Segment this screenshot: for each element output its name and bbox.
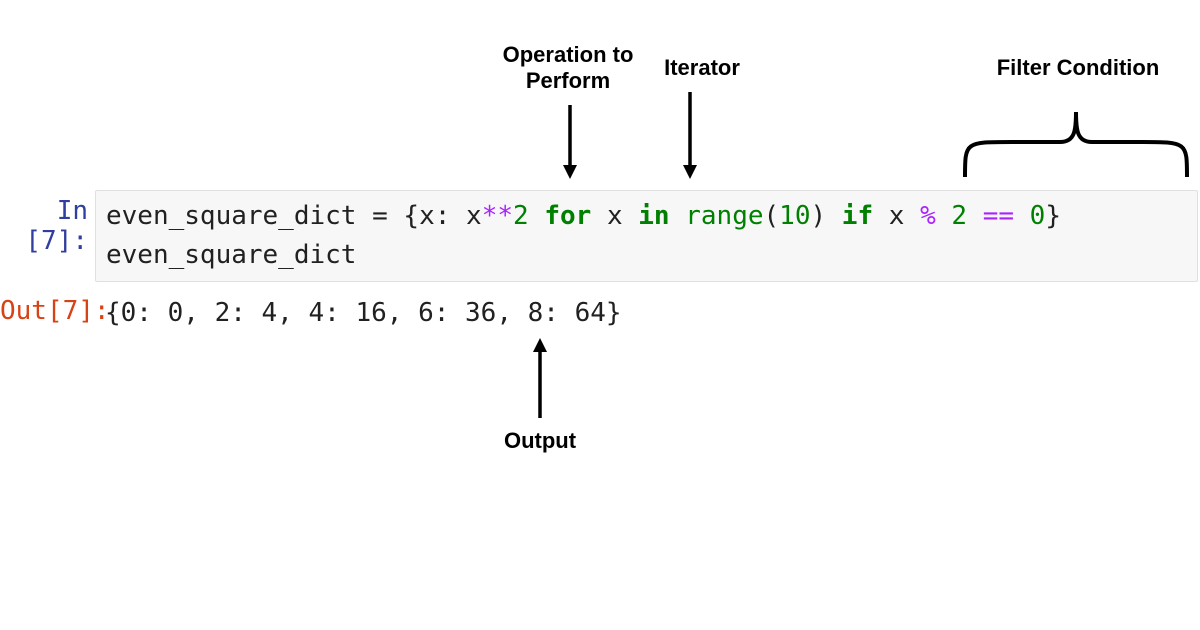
tok-for: for — [544, 201, 591, 231]
tok-two2: 2 — [951, 201, 967, 231]
tok-range: range — [685, 201, 763, 231]
tok-mod: % — [920, 201, 936, 231]
tok-line2: even_square_dict — [106, 240, 356, 270]
annotation-filter: Filter Condition — [973, 55, 1183, 81]
tok-two: 2 — [513, 201, 529, 231]
tok-rparen: ) — [810, 201, 826, 231]
annotation-filter-text: Filter Condition — [997, 55, 1160, 80]
annotation-operation: Operation toPerform — [478, 42, 658, 95]
tok-x: x — [466, 201, 482, 231]
arrow-output — [530, 338, 550, 418]
arrow-operation — [560, 105, 580, 179]
annotation-output: Output — [485, 428, 595, 454]
tok-key: x — [419, 201, 435, 231]
arrow-iterator — [680, 92, 700, 179]
tok-zero: 0 — [1030, 201, 1046, 231]
output-cell: {0: 0, 2: 4, 4: 16, 6: 36, 8: 64} — [95, 292, 632, 334]
annotation-iterator: Iterator — [647, 55, 757, 81]
tok-ten: 10 — [779, 201, 810, 231]
tok-var-name: even_square_dict — [106, 201, 356, 231]
tok-colon: : — [435, 201, 466, 231]
tok-in: in — [638, 201, 669, 231]
prompt-out: Out[7]: — [0, 296, 88, 326]
code-line-2: even_square_dict — [106, 236, 1187, 275]
tok-if: if — [842, 201, 873, 231]
tok-lparen: ( — [764, 201, 780, 231]
tok-loopvar: x — [607, 201, 623, 231]
annotation-output-text: Output — [504, 428, 576, 453]
tok-x2: x — [889, 201, 905, 231]
annotation-operation-text: Operation toPerform — [503, 42, 634, 93]
code-input-cell: even_square_dict = {x: x**2 for x in ran… — [95, 190, 1198, 282]
prompt-in: In [7]: — [0, 196, 88, 256]
tok-pow: ** — [482, 201, 513, 231]
tok-equals: = — [356, 201, 403, 231]
code-line-1: even_square_dict = {x: x**2 for x in ran… — [106, 197, 1187, 236]
annotation-iterator-text: Iterator — [664, 55, 740, 80]
tok-eqeq: == — [983, 201, 1014, 231]
tok-lbrace: { — [403, 201, 419, 231]
brace-filter — [957, 92, 1197, 182]
tok-rbrace: } — [1045, 201, 1061, 231]
